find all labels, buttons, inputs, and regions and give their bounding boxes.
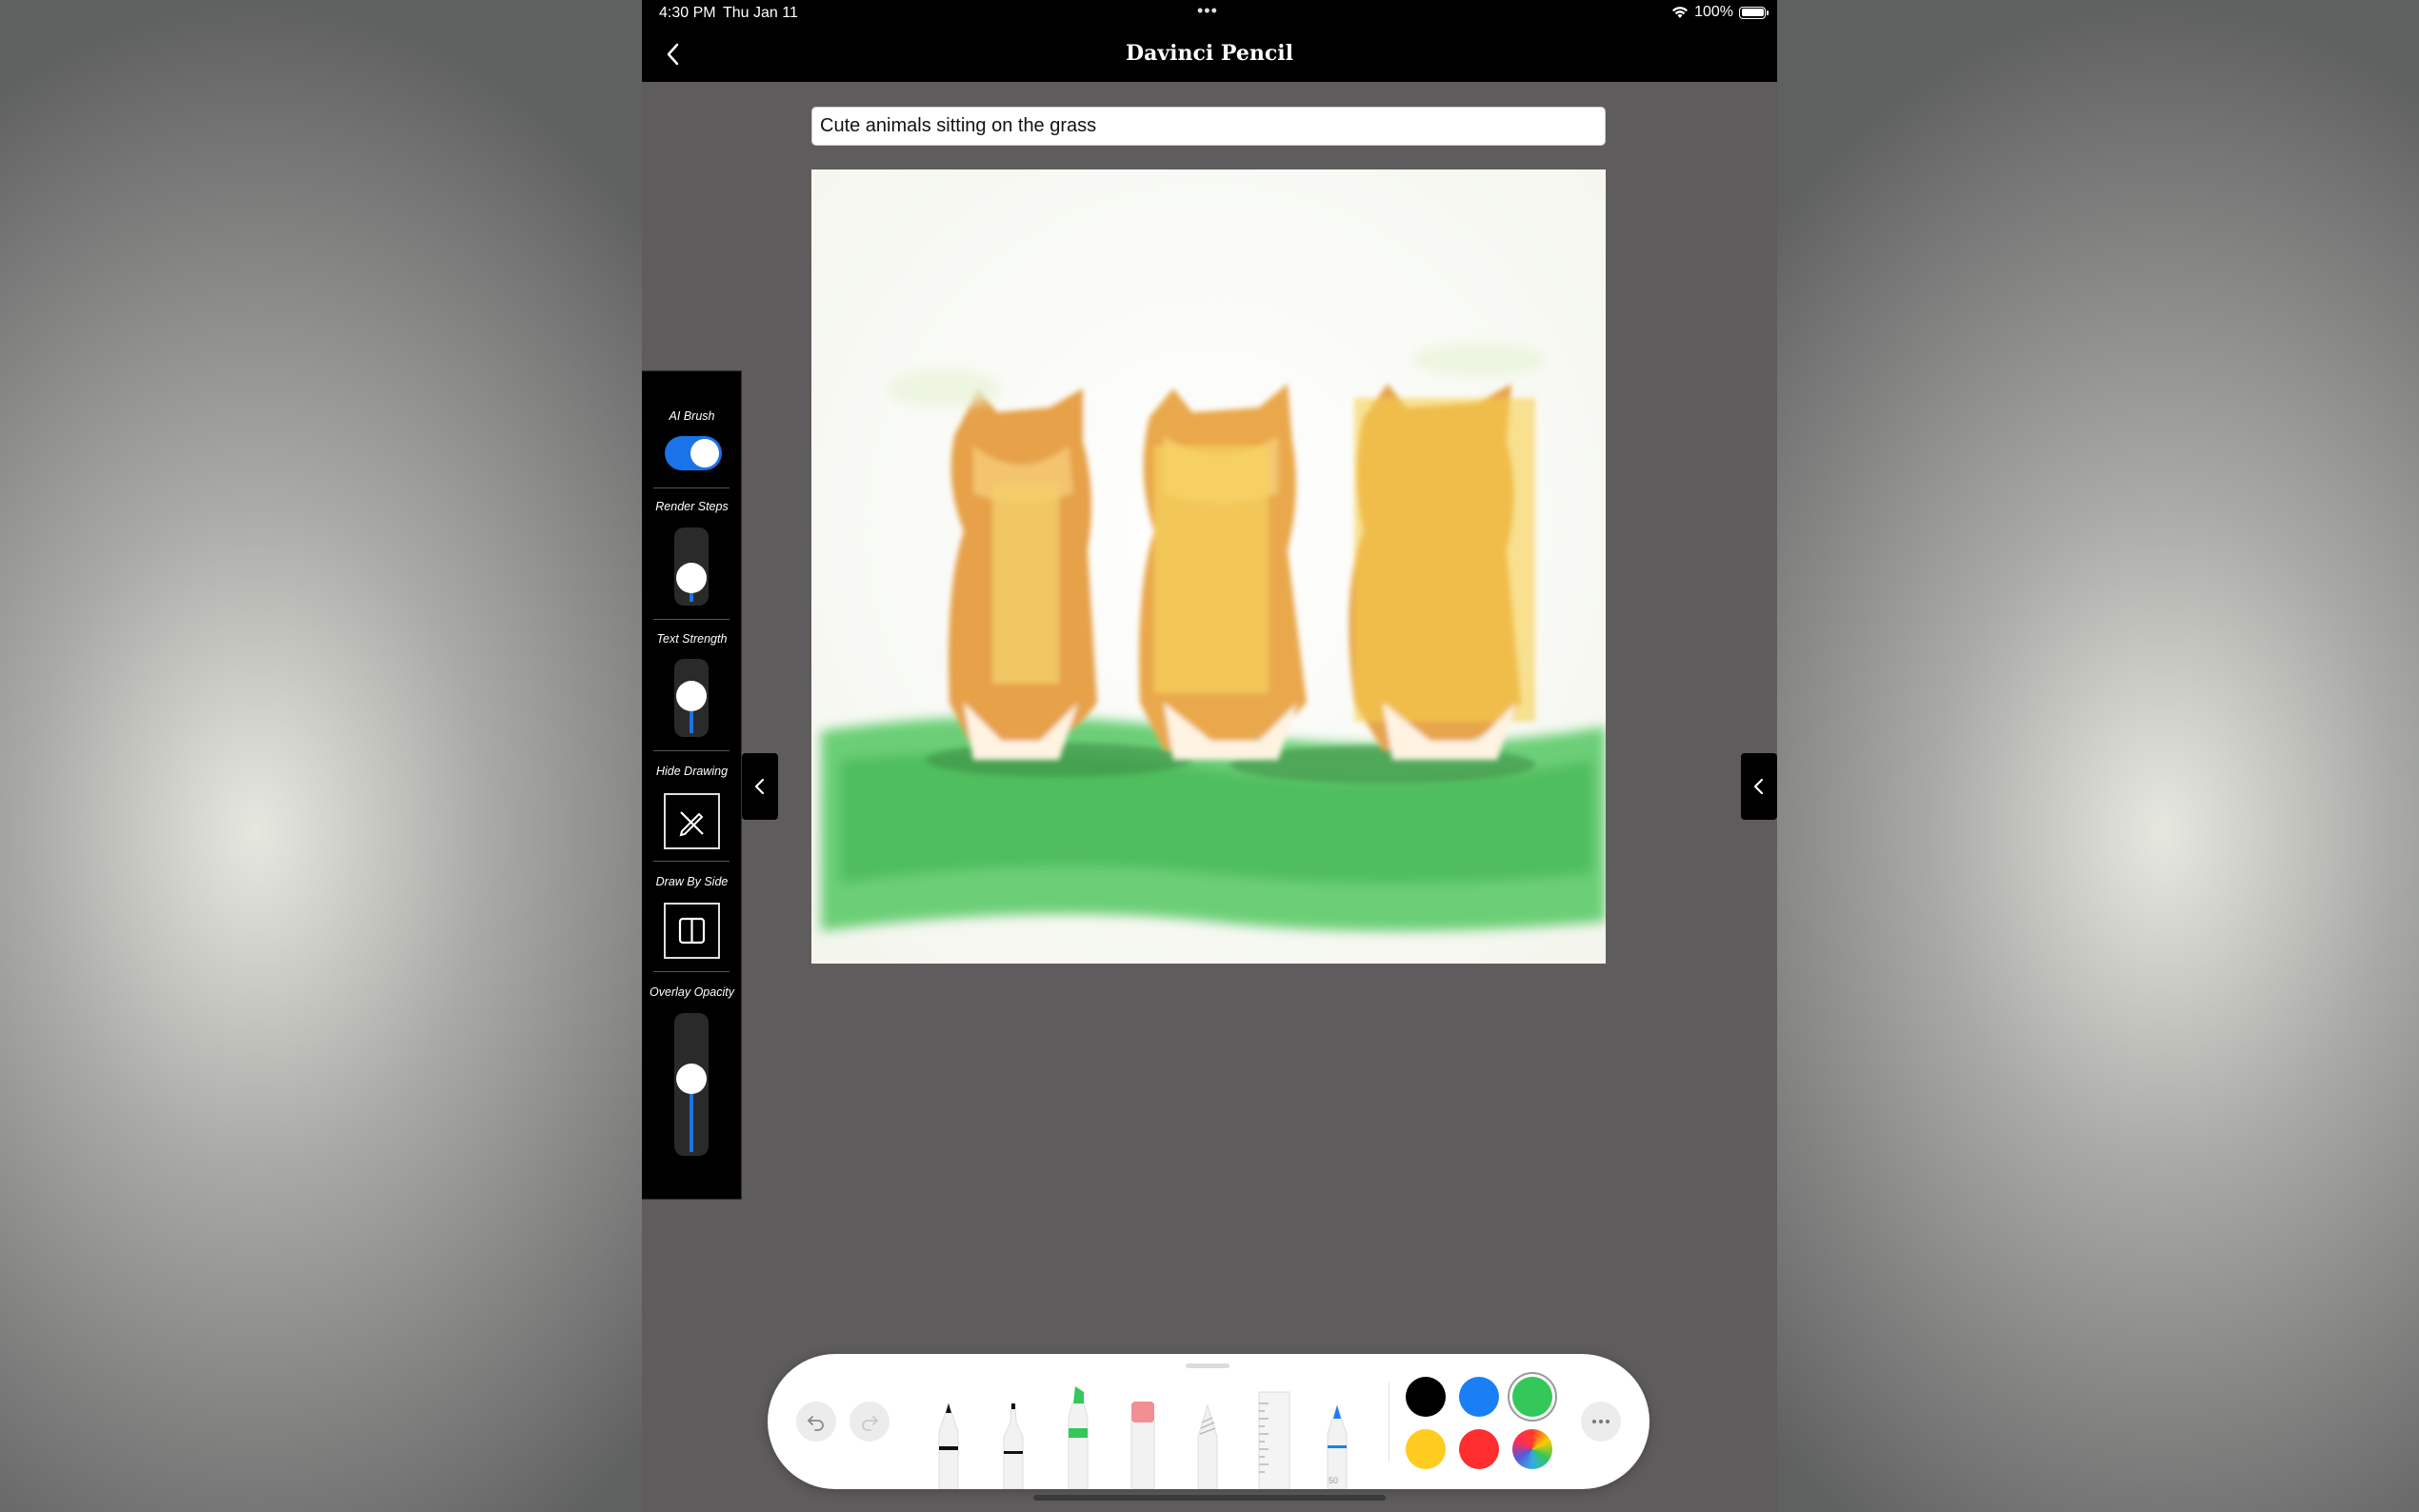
fountain-pen-tool-icon	[1327, 1403, 1348, 1489]
multitasking-dots-icon[interactable]: •••	[1197, 1, 1218, 21]
pen-tool-icon[interactable]	[930, 1394, 968, 1489]
home-indicator	[1033, 1495, 1386, 1501]
fountain-pen-tool[interactable]: 50	[1318, 1394, 1356, 1489]
side-panel: AI Brush Render Steps Text Strength Hide…	[642, 370, 742, 1200]
eraser-tool-icon[interactable]	[1124, 1394, 1162, 1489]
chevron-left-icon	[1753, 778, 1764, 795]
more-options-button[interactable]	[1581, 1402, 1621, 1442]
text-strength-slider[interactable]	[674, 659, 709, 737]
overlay-opacity-label: Overlay Opacity	[650, 985, 734, 999]
text-strength-knob[interactable]	[676, 680, 707, 711]
divider	[653, 750, 730, 751]
divider	[653, 487, 730, 488]
fountain-pen-size: 50	[1329, 1476, 1339, 1485]
color-wheel-icon[interactable]	[1512, 1429, 1552, 1469]
chevron-left-icon	[754, 778, 765, 795]
draw-by-side-label: Draw By Side	[655, 875, 729, 888]
battery-icon	[1739, 6, 1769, 19]
prompt-input[interactable]	[811, 107, 1606, 146]
fineliner-tool-icon[interactable]	[994, 1394, 1032, 1489]
drawing-canvas[interactable]	[811, 169, 1606, 964]
draw-by-side-button[interactable]	[664, 903, 720, 959]
divider	[653, 861, 730, 862]
status-right: 100%	[1671, 4, 1769, 21]
page-title: Davinci Pencil	[1126, 41, 1293, 66]
pencil-tool-icon[interactable]	[1189, 1394, 1227, 1489]
color-swatch-red[interactable]	[1459, 1429, 1499, 1469]
redo-icon	[862, 1416, 879, 1431]
text-strength-label: Text Strength	[656, 632, 728, 646]
redo-button[interactable]	[850, 1402, 890, 1442]
tool-palette: 50	[768, 1354, 1649, 1489]
overlay-opacity-slider[interactable]	[674, 1013, 709, 1156]
hide-drawing-button[interactable]	[664, 793, 720, 849]
battery-percent: 100%	[1694, 4, 1733, 20]
split-view-icon	[678, 917, 706, 945]
navigation-bar: Davinci Pencil	[642, 27, 1777, 82]
divider	[653, 971, 730, 972]
wifi-icon	[1672, 7, 1689, 18]
status-bar: 4:30 PM Thu Jan 11 ••• 100%	[642, 0, 1777, 27]
divider	[653, 619, 730, 620]
color-swatch-green[interactable]	[1512, 1377, 1552, 1417]
render-steps-label: Render Steps	[655, 500, 729, 513]
color-swatch-yellow[interactable]	[1406, 1429, 1446, 1469]
color-swatch-blue[interactable]	[1459, 1377, 1499, 1417]
status-time: 4:30 PM	[659, 5, 716, 21]
background-left	[0, 0, 642, 1512]
status-date: Thu Jan 11	[723, 5, 798, 21]
render-steps-knob[interactable]	[676, 562, 707, 593]
hide-drawing-label: Hide Drawing	[655, 765, 729, 778]
ai-brush-label: AI Brush	[669, 409, 715, 423]
pencil-slash-icon	[679, 811, 704, 837]
ellipsis-icon	[1592, 1420, 1609, 1423]
ai-brush-toggle[interactable]	[665, 436, 722, 470]
marker-tool-icon[interactable]	[1059, 1375, 1097, 1489]
background-right	[1777, 0, 2419, 1512]
undo-icon	[807, 1416, 824, 1431]
overlay-opacity-knob[interactable]	[676, 1064, 707, 1095]
collapse-panel-tab-left[interactable]	[742, 753, 778, 820]
app-window: 4:30 PM Thu Jan 11 ••• 100% Davinci Penc…	[642, 0, 1777, 1512]
generated-image	[811, 169, 1606, 964]
open-panel-tab-right[interactable]	[1741, 753, 1777, 820]
palette-grabber[interactable]	[1186, 1363, 1229, 1368]
undo-button[interactable]	[796, 1402, 836, 1442]
render-steps-slider[interactable]	[674, 527, 709, 606]
ruler-tool-icon[interactable]	[1253, 1390, 1295, 1489]
color-swatch-black[interactable]	[1406, 1377, 1446, 1417]
